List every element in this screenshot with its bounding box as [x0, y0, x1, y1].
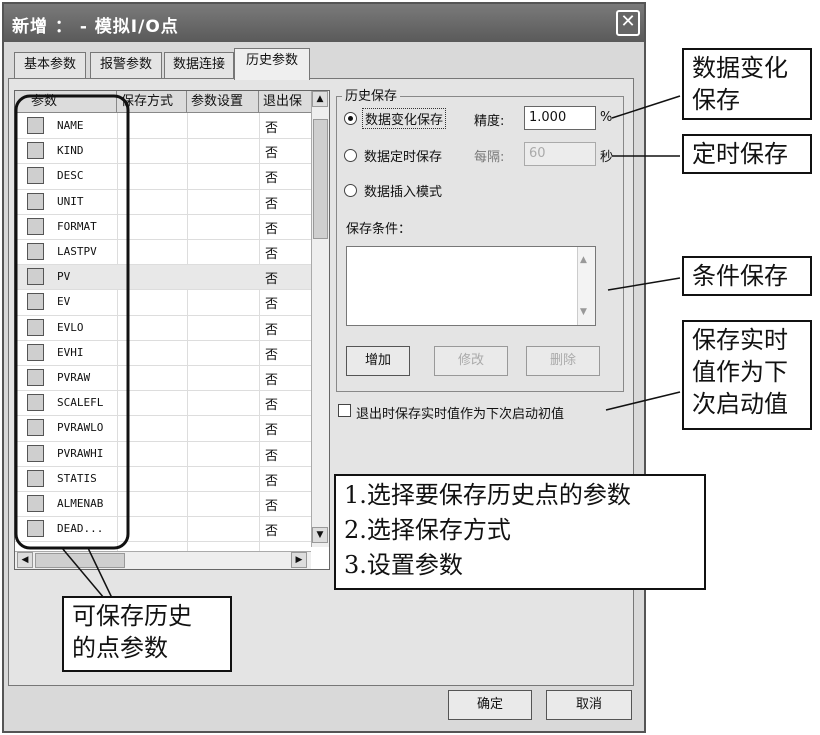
- callout-timed-save: 定时保存: [682, 134, 812, 174]
- callout-change-save: 数据变化 保存: [682, 48, 812, 120]
- callout-condition-save: 条件保存: [682, 256, 812, 296]
- callout-line: 次启动值: [692, 390, 788, 418]
- callout-points: 可保存历史 的点参数: [62, 596, 232, 672]
- tab-history-params[interactable]: 历史参数: [234, 48, 310, 80]
- callout-line: 保存: [692, 86, 740, 114]
- callout-line: 数据变化: [692, 54, 788, 82]
- callout-line: 可保存历史: [72, 602, 192, 630]
- pointer-line: [87, 547, 113, 599]
- highlight-rounded-rect: [14, 94, 130, 550]
- pointer-line: [61, 547, 105, 599]
- pointer-line: [605, 391, 681, 411]
- callout-line: 3.设置参数: [344, 551, 463, 579]
- callout-line: 定时保存: [692, 140, 788, 168]
- callout-line: 值作为下: [692, 358, 788, 386]
- callout-line: 1.选择要保存历史点的参数: [344, 481, 631, 509]
- pointer-line: [607, 277, 681, 291]
- callout-line: 保存实时: [692, 326, 788, 354]
- callout-exit-save: 保存实时 值作为下 次启动值: [682, 320, 812, 430]
- pointer-line: [611, 95, 681, 119]
- callout-line: 的点参数: [72, 634, 168, 662]
- callout-steps: 1.选择要保存历史点的参数 2.选择保存方式 3.设置参数: [334, 474, 706, 590]
- callout-line: 2.选择保存方式: [344, 516, 511, 544]
- callout-line: 条件保存: [692, 262, 788, 290]
